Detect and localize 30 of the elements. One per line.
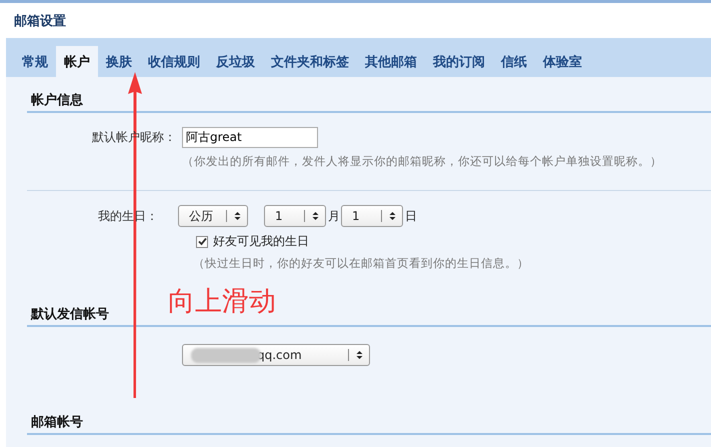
tab[interactable]: 文件夹和标签 bbox=[263, 46, 357, 77]
calendar-dropdown[interactable]: 公历 bbox=[178, 205, 248, 227]
tab[interactable]: 信纸 bbox=[493, 46, 535, 77]
updown-icon bbox=[356, 350, 363, 360]
tab[interactable]: 其他邮箱 bbox=[357, 46, 425, 77]
unit-label: 日 bbox=[405, 208, 417, 224]
tab[interactable]: 体验室 bbox=[535, 46, 590, 77]
section-heading: 帐户信息 bbox=[31, 93, 83, 108]
nickname-field[interactable]: 阿古great bbox=[182, 127, 318, 148]
window-title: 邮箱设置 bbox=[14, 12, 66, 30]
sender-dropdown[interactable]: qq.com bbox=[182, 344, 370, 366]
tab[interactable]: 常规 bbox=[14, 46, 56, 77]
checkbox[interactable] bbox=[196, 236, 208, 248]
updown-icon bbox=[234, 211, 241, 221]
tab[interactable]: 帐户 bbox=[56, 46, 98, 77]
updown-icon bbox=[389, 211, 396, 221]
hint-text: （你发出的所有邮件，发件人将显示你的邮箱昵称，你还可以给每个帐户单独设置昵称。） bbox=[182, 154, 663, 169]
checkbox-label: 好友可见我的生日 bbox=[213, 233, 309, 250]
day-dropdown[interactable]: 1 bbox=[341, 205, 403, 227]
tab[interactable]: 反垃圾 bbox=[208, 46, 263, 77]
tab[interactable]: 收信规则 bbox=[140, 46, 208, 77]
section-heading: 默认发信帐号 bbox=[31, 307, 109, 322]
hint-text: （快过生日时，你的好友可以在邮箱首页看到你的生日信息。） bbox=[193, 256, 530, 271]
section-heading: 邮箱帐号 bbox=[31, 415, 83, 430]
tab[interactable]: 我的订阅 bbox=[425, 46, 493, 77]
month-dropdown[interactable]: 1 bbox=[264, 205, 326, 227]
tab[interactable]: 换肤 bbox=[98, 46, 140, 77]
updown-icon bbox=[312, 211, 319, 221]
annotation-text: 向上滑动 bbox=[168, 285, 276, 319]
unit-label: 月 bbox=[328, 208, 340, 224]
